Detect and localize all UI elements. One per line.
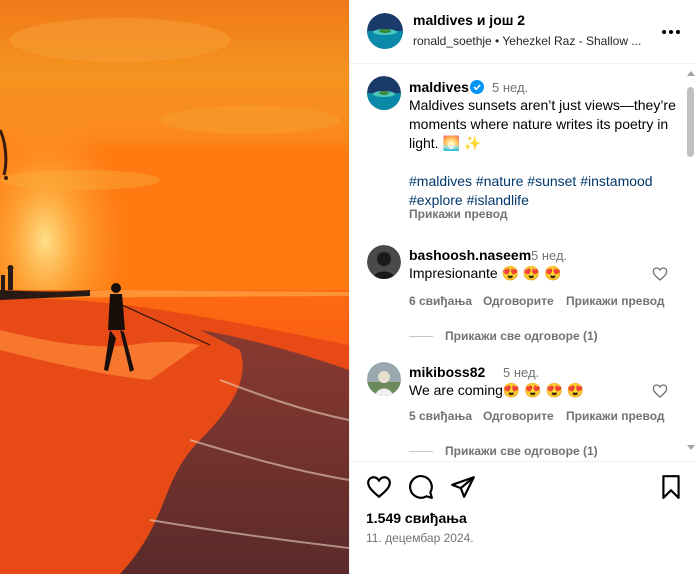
scroll-down-arrow-icon[interactable] xyxy=(687,445,695,450)
post-actions: 1.549 свиђања 11. децембар 2024. xyxy=(350,461,696,574)
comment-time[interactable]: 5 нед. xyxy=(503,365,539,380)
comment-translate-button[interactable]: Прикажи превод xyxy=(566,294,665,308)
scroll-up-arrow-icon[interactable] xyxy=(687,71,695,76)
verified-icon xyxy=(470,80,484,94)
post-photo[interactable] xyxy=(0,0,349,574)
bookmark-icon[interactable] xyxy=(658,474,684,500)
comment-reply-button[interactable]: Одговорите xyxy=(483,294,554,308)
view-replies-button[interactable]: Прикажи све одговоре (1) xyxy=(445,444,598,458)
comments-scroll-area[interactable]: maldives 5 нед. Maldives sunsets aren’t … xyxy=(350,65,696,460)
scrollbar-thumb[interactable] xyxy=(687,87,694,157)
heart-icon[interactable] xyxy=(652,383,668,399)
comment-text: Impresionante 😍 😍 😍 xyxy=(409,265,562,281)
more-icon[interactable] xyxy=(661,22,681,42)
avatar[interactable] xyxy=(367,13,403,49)
heart-icon[interactable] xyxy=(366,474,392,500)
avatar[interactable] xyxy=(367,362,401,396)
caption-translate-button[interactable]: Прикажи превод xyxy=(409,207,508,221)
avatar[interactable] xyxy=(367,76,401,110)
comment-username[interactable]: bashoosh.naseem xyxy=(409,247,531,263)
comment-translate-button[interactable]: Прикажи превод xyxy=(566,409,665,423)
heart-icon[interactable] xyxy=(652,266,668,282)
replies-divider xyxy=(409,451,433,452)
header-title[interactable]: maldives и још 2 xyxy=(413,12,525,28)
comment-likes[interactable]: 6 свиђања xyxy=(409,294,472,308)
sunset-beach-image xyxy=(0,0,349,574)
comment-icon[interactable] xyxy=(408,474,434,500)
comment-username[interactable]: mikiboss82 xyxy=(409,364,485,380)
replies-divider xyxy=(409,336,433,337)
post-panel: maldives и још 2 ronald_soethje • Yehezk… xyxy=(349,0,696,574)
view-replies-button[interactable]: Прикажи све одговоре (1) xyxy=(445,329,598,343)
caption-hashtags[interactable]: #maldives #nature #sunset #instamood #ex… xyxy=(409,172,679,210)
caption-time[interactable]: 5 нед. xyxy=(492,80,528,95)
avatar[interactable] xyxy=(367,245,401,279)
comment-reply-button[interactable]: Одговорите xyxy=(483,409,554,423)
comment-likes[interactable]: 5 свиђања xyxy=(409,409,472,423)
post-date[interactable]: 11. децембар 2024. xyxy=(366,531,474,545)
post-header: maldives и још 2 ronald_soethje • Yehezk… xyxy=(350,0,696,64)
scrollbar[interactable] xyxy=(684,65,696,460)
comment-time[interactable]: 5 нед. xyxy=(531,248,567,263)
header-subtitle[interactable]: ronald_soethje • Yehezkel Raz - Shallow … xyxy=(413,34,663,48)
like-count[interactable]: 1.549 свиђања xyxy=(366,510,467,526)
comment-text: We are coming😍 😍 😍 😍 xyxy=(409,382,585,398)
caption-username[interactable]: maldives xyxy=(409,79,469,95)
caption-text: Maldives sunsets aren’t just views—they’… xyxy=(409,97,676,151)
share-icon[interactable] xyxy=(450,474,476,500)
